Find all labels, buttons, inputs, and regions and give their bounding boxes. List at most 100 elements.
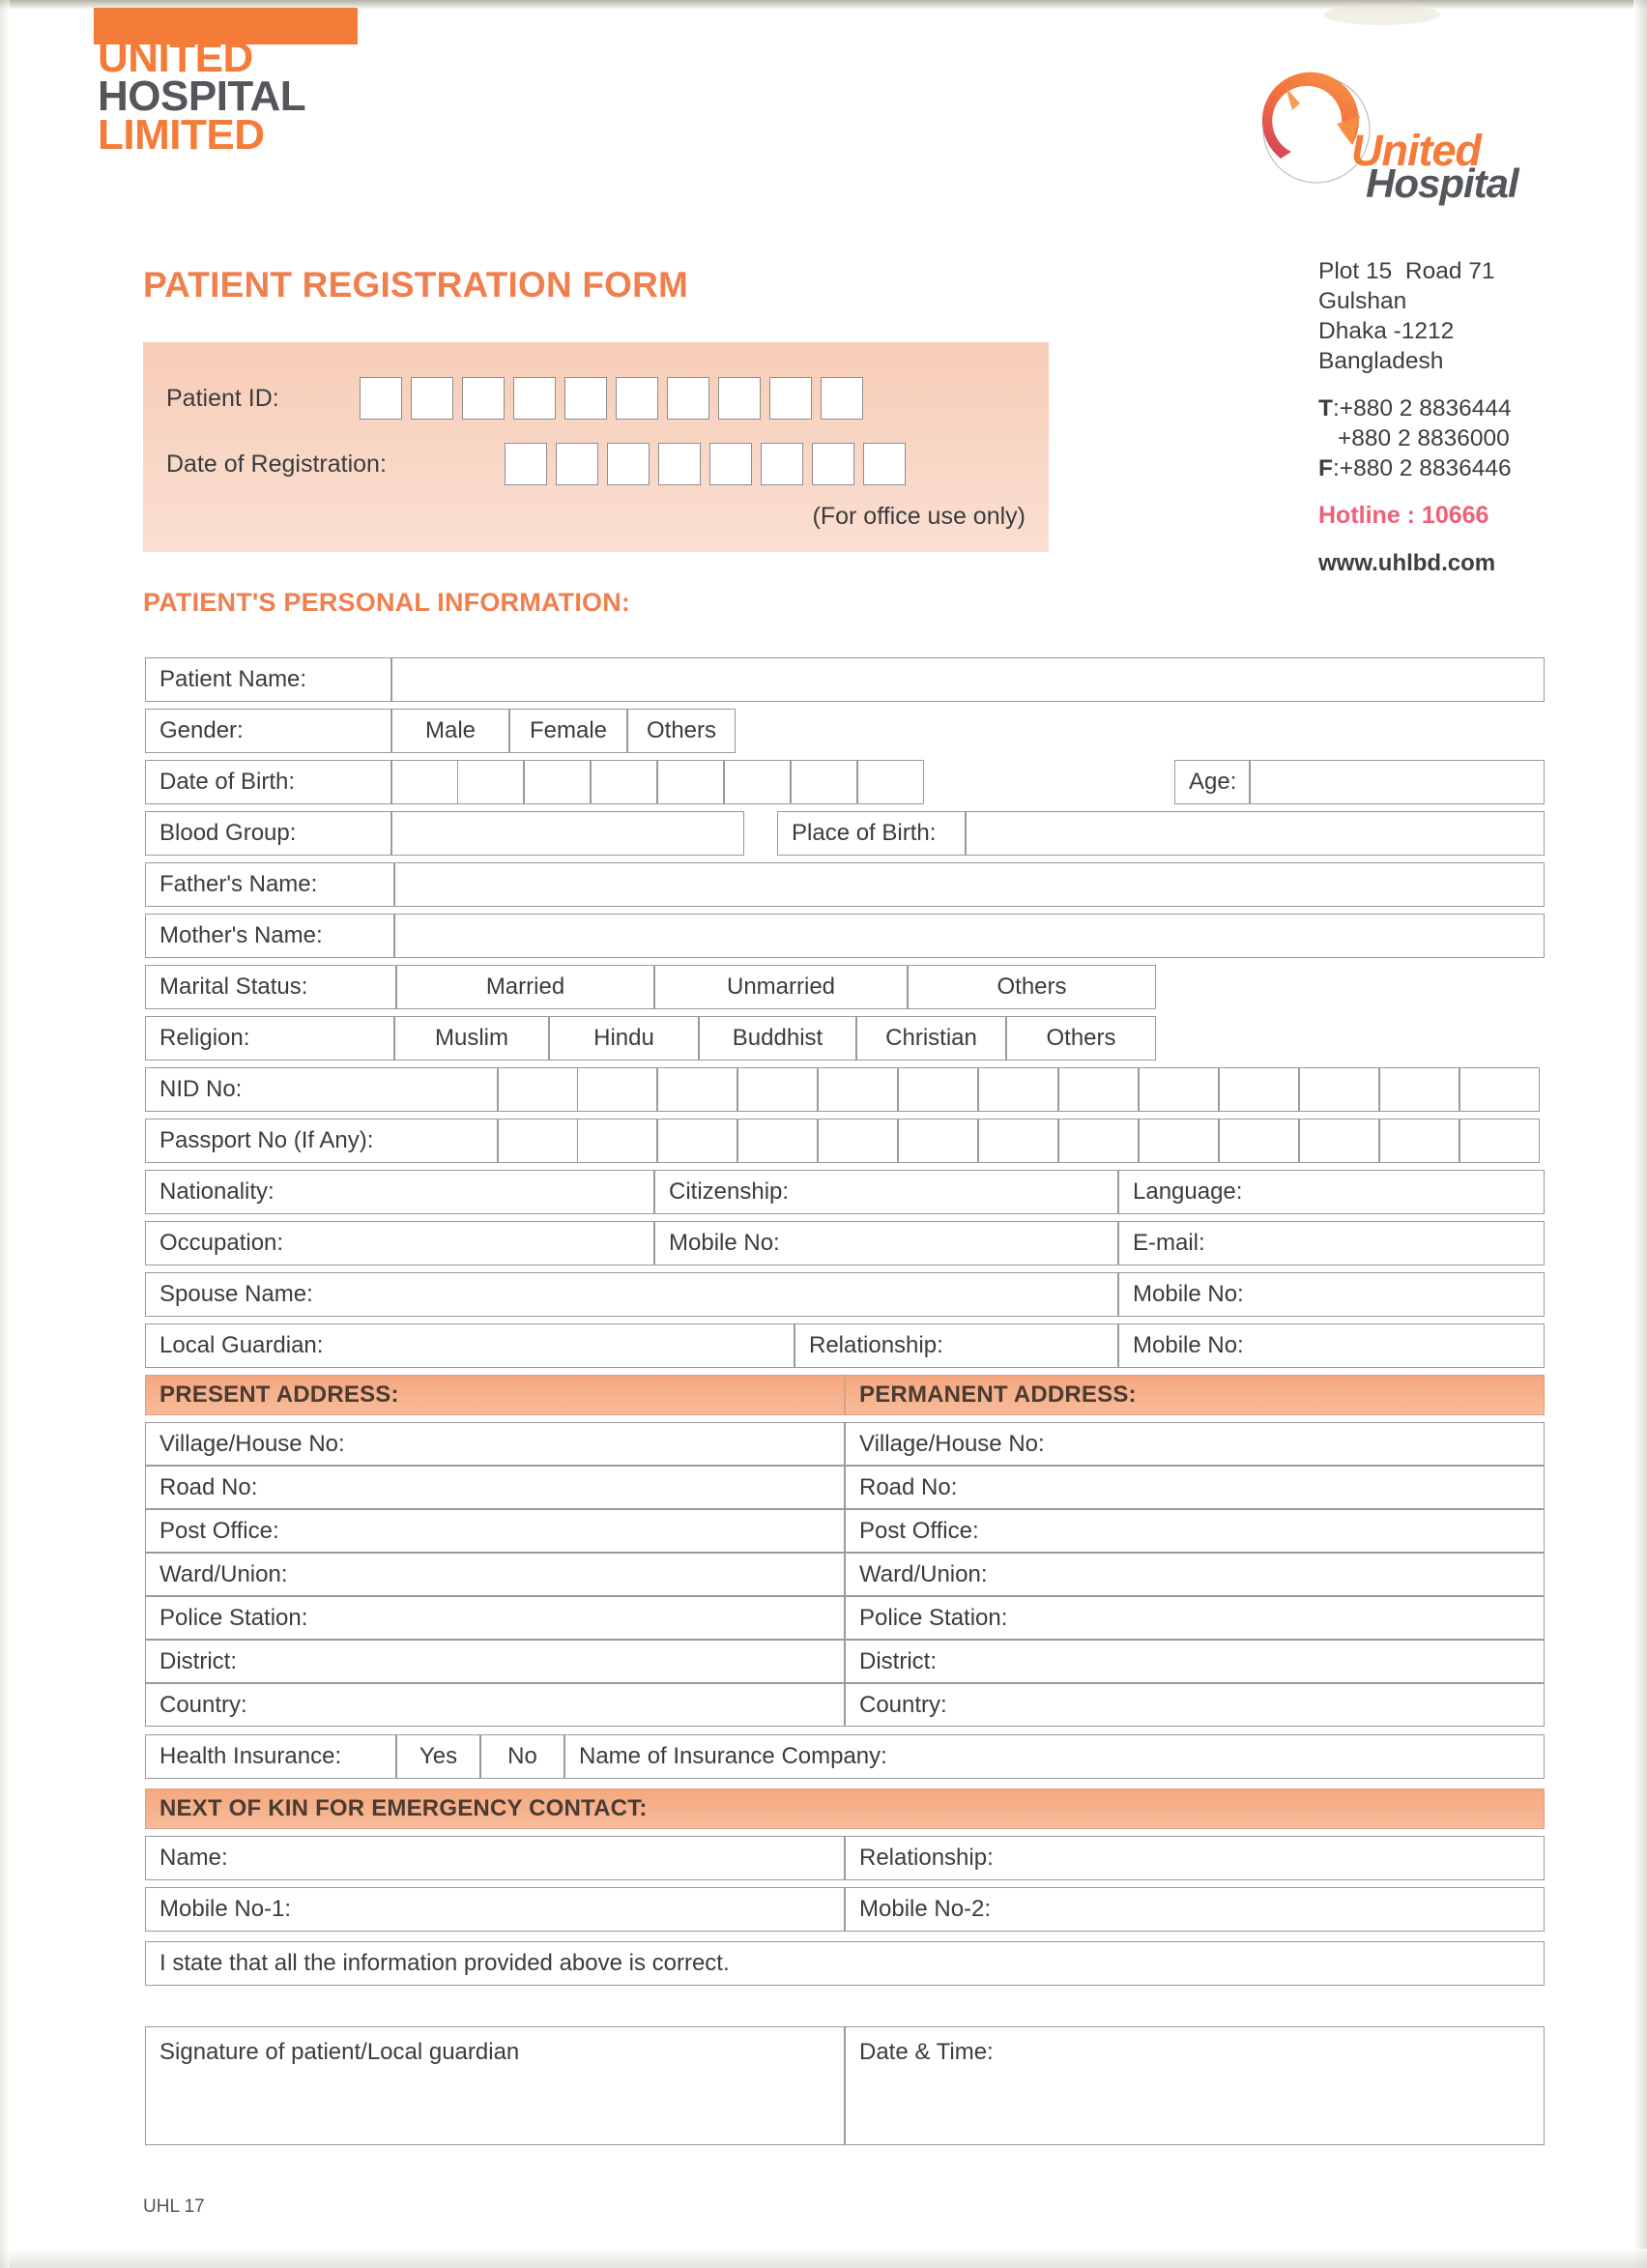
religion-option-others[interactable]: Others — [1006, 1016, 1156, 1061]
date-of-birth-box-1[interactable] — [391, 760, 458, 804]
insurance-company-label[interactable]: Name of Insurance Company: — [564, 1734, 1545, 1779]
patient-id-boxes[interactable] — [360, 377, 872, 420]
passport-box-4[interactable] — [737, 1119, 818, 1163]
date-of-registration-boxes[interactable] — [505, 443, 914, 485]
registration-date-box-2[interactable] — [556, 443, 598, 485]
passport-box-9[interactable] — [1139, 1119, 1219, 1163]
present-address-field-5[interactable]: Police Station: — [145, 1596, 845, 1640]
marital-option-others[interactable]: Others — [908, 965, 1156, 1009]
nid-box-6[interactable] — [898, 1067, 978, 1112]
date-of-birth-box-2[interactable] — [457, 760, 524, 804]
patient-name-input[interactable] — [391, 657, 1545, 702]
local-guardian-label[interactable]: Local Guardian: — [145, 1323, 795, 1368]
patient-id-box-6[interactable] — [616, 377, 658, 420]
nid-box-3[interactable] — [657, 1067, 737, 1112]
passport-box-1[interactable] — [498, 1119, 578, 1163]
date-of-birth-box-5[interactable] — [657, 760, 724, 804]
registration-date-box-4[interactable] — [658, 443, 701, 485]
nid-box-11[interactable] — [1299, 1067, 1379, 1112]
passport-box-8[interactable] — [1058, 1119, 1139, 1163]
registration-date-box-8[interactable] — [863, 443, 906, 485]
nid-no-boxes[interactable] — [498, 1067, 1541, 1112]
nid-box-7[interactable] — [978, 1067, 1058, 1112]
date-of-birth-box-6[interactable] — [724, 760, 791, 804]
nid-box-12[interactable] — [1379, 1067, 1459, 1112]
registration-date-box-6[interactable] — [761, 443, 803, 485]
email-label[interactable]: E-mail: — [1118, 1221, 1545, 1265]
next-of-kin-name-label[interactable]: Name: — [145, 1836, 845, 1880]
patient-id-box-3[interactable] — [462, 377, 505, 420]
date-of-birth-boxes[interactable] — [391, 760, 925, 804]
fathers-name-input[interactable] — [394, 862, 1545, 907]
place-of-birth-input[interactable] — [966, 811, 1545, 856]
permanent-address-field-5[interactable]: Police Station: — [845, 1596, 1545, 1640]
next-of-kin-relationship-label[interactable]: Relationship: — [845, 1836, 1545, 1880]
blood-group-input[interactable] — [391, 811, 744, 856]
occupation-mobile-label[interactable]: Mobile No: — [654, 1221, 1118, 1265]
marital-option-unmarried[interactable]: Unmarried — [654, 965, 908, 1009]
occupation-label[interactable]: Occupation: — [145, 1221, 654, 1265]
patient-id-box-2[interactable] — [411, 377, 453, 420]
guardian-mobile-label[interactable]: Mobile No: — [1118, 1323, 1545, 1368]
permanent-address-field-4[interactable]: Ward/Union: — [845, 1553, 1545, 1596]
mothers-name-input[interactable] — [394, 914, 1545, 958]
registration-date-box-5[interactable] — [709, 443, 752, 485]
permanent-address-field-3[interactable]: Post Office: — [845, 1509, 1545, 1553]
passport-box-7[interactable] — [978, 1119, 1058, 1163]
next-of-kin-mobile-2-label[interactable]: Mobile No-2: — [845, 1887, 1545, 1932]
gender-option-male[interactable]: Male — [391, 709, 509, 753]
permanent-address-field-2[interactable]: Road No: — [845, 1466, 1545, 1509]
date-of-birth-box-8[interactable] — [857, 760, 924, 804]
nid-box-8[interactable] — [1058, 1067, 1139, 1112]
health-insurance-yes[interactable]: Yes — [396, 1734, 480, 1779]
language-label[interactable]: Language: — [1118, 1170, 1545, 1214]
spouse-name-label[interactable]: Spouse Name: — [145, 1272, 1118, 1317]
registration-date-box-7[interactable] — [812, 443, 854, 485]
passport-box-10[interactable] — [1219, 1119, 1299, 1163]
health-insurance-no[interactable]: No — [480, 1734, 564, 1779]
passport-no-boxes[interactable] — [498, 1119, 1541, 1163]
nid-box-10[interactable] — [1219, 1067, 1299, 1112]
nid-box-13[interactable] — [1459, 1067, 1540, 1112]
guardian-relationship-label[interactable]: Relationship: — [795, 1323, 1118, 1368]
patient-id-box-7[interactable] — [667, 377, 709, 420]
patient-id-box-5[interactable] — [564, 377, 607, 420]
patient-id-box-8[interactable] — [718, 377, 761, 420]
patient-id-box-1[interactable] — [360, 377, 402, 420]
passport-box-13[interactable] — [1459, 1119, 1540, 1163]
registration-date-box-3[interactable] — [607, 443, 650, 485]
date-of-birth-box-3[interactable] — [524, 760, 591, 804]
next-of-kin-mobile-1-label[interactable]: Mobile No-1: — [145, 1887, 845, 1932]
passport-box-2[interactable] — [577, 1119, 657, 1163]
nid-box-2[interactable] — [577, 1067, 657, 1112]
marital-option-married[interactable]: Married — [396, 965, 654, 1009]
religion-option-muslim[interactable]: Muslim — [394, 1016, 549, 1061]
date-time-field[interactable]: Date & Time: — [845, 2026, 1545, 2145]
religion-option-hindu[interactable]: Hindu — [549, 1016, 699, 1061]
spouse-mobile-label[interactable]: Mobile No: — [1118, 1272, 1545, 1317]
permanent-address-field-6[interactable]: District: — [845, 1640, 1545, 1683]
nid-box-1[interactable] — [498, 1067, 578, 1112]
present-address-field-2[interactable]: Road No: — [145, 1466, 845, 1509]
present-address-field-1[interactable]: Village/House No: — [145, 1422, 845, 1466]
gender-option-others[interactable]: Others — [627, 709, 736, 753]
passport-box-11[interactable] — [1299, 1119, 1379, 1163]
registration-date-box-1[interactable] — [505, 443, 547, 485]
date-of-birth-box-4[interactable] — [591, 760, 657, 804]
religion-option-buddhist[interactable]: Buddhist — [699, 1016, 856, 1061]
patient-id-box-9[interactable] — [769, 377, 812, 420]
present-address-field-7[interactable]: Country: — [145, 1683, 845, 1727]
nationality-label[interactable]: Nationality: — [145, 1170, 654, 1214]
permanent-address-field-7[interactable]: Country: — [845, 1683, 1545, 1727]
citizenship-label[interactable]: Citizenship: — [654, 1170, 1118, 1214]
present-address-field-6[interactable]: District: — [145, 1640, 845, 1683]
age-input[interactable] — [1250, 760, 1545, 804]
present-address-field-4[interactable]: Ward/Union: — [145, 1553, 845, 1596]
permanent-address-field-1[interactable]: Village/House No: — [845, 1422, 1545, 1466]
passport-box-3[interactable] — [657, 1119, 737, 1163]
religion-option-christian[interactable]: Christian — [856, 1016, 1006, 1061]
nid-box-5[interactable] — [818, 1067, 898, 1112]
passport-box-12[interactable] — [1379, 1119, 1459, 1163]
signature-field[interactable]: Signature of patient/Local guardian — [145, 2026, 845, 2145]
passport-box-5[interactable] — [818, 1119, 898, 1163]
